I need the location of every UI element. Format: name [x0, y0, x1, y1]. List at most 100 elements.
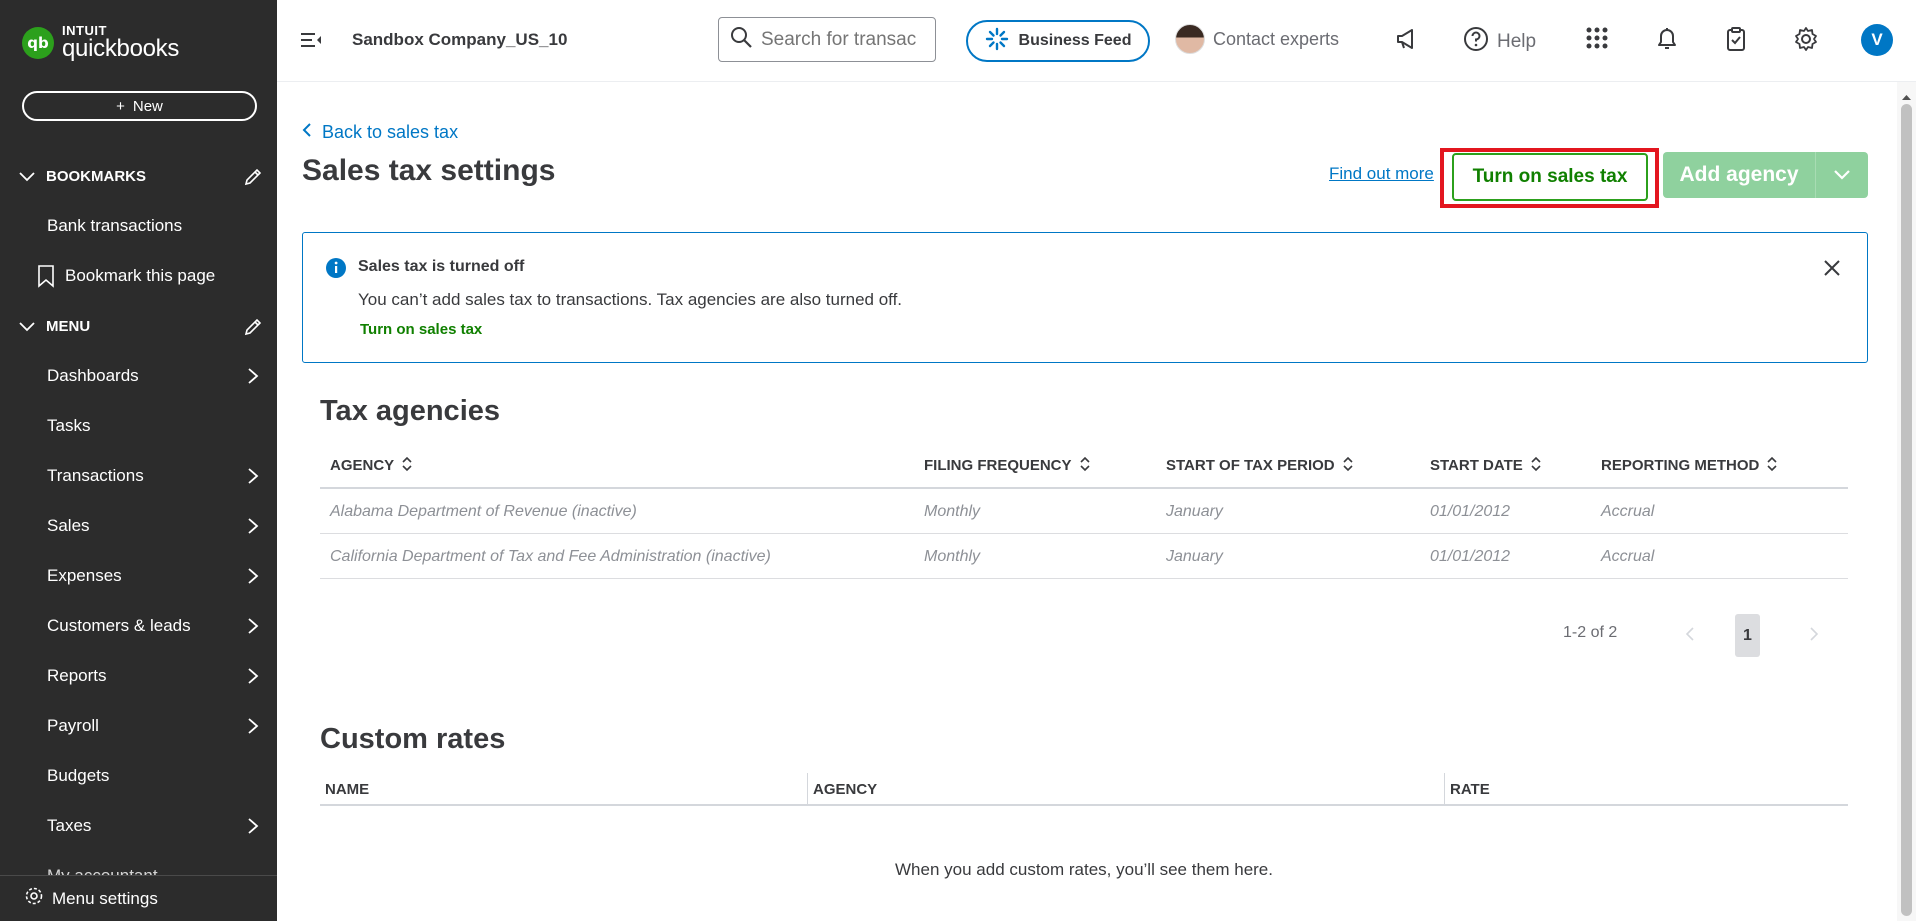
contact-experts-button[interactable]: Contact experts [1175, 24, 1339, 54]
sidebar-item-budgets[interactable]: Budgets [0, 754, 277, 798]
new-button[interactable]: + New [22, 91, 257, 121]
chevron-down-icon[interactable] [1815, 152, 1868, 198]
page-title: Sales tax settings [302, 154, 556, 187]
bell-icon[interactable] [1655, 26, 1679, 57]
custom-rates-empty-message: When you add custom rates, you’ll see th… [895, 860, 1273, 879]
cell-filing-frequency: Monthly [924, 547, 981, 565]
turn-on-sales-tax-button[interactable]: Turn on sales tax [1452, 153, 1648, 201]
menu-settings-button[interactable]: Menu settings [0, 875, 277, 921]
search-box[interactable] [718, 17, 936, 62]
sidebar-item-dashboards[interactable]: Dashboards [0, 354, 277, 398]
menu-header[interactable]: MENU [18, 311, 263, 341]
menu-header-label: MENU [46, 317, 91, 335]
sidebar-item-label: Payroll [47, 716, 99, 735]
sidebar-item-label: Taxes [47, 816, 92, 835]
sidebar-item-tasks[interactable]: Tasks [0, 404, 277, 448]
info-icon [325, 257, 347, 284]
chevron-left-icon[interactable] [1685, 626, 1695, 647]
megaphone-icon[interactable] [1394, 26, 1420, 57]
business-feed-button[interactable]: Business Feed [966, 20, 1150, 62]
chevron-right-icon [247, 817, 259, 840]
pagination: 1-2 of 2 1 [320, 612, 1848, 657]
sidebar-item-taxes[interactable]: Taxes [0, 804, 277, 848]
contact-experts-label: Contact experts [1213, 28, 1340, 49]
company-name[interactable]: Sandbox Company_US_10 [352, 30, 567, 50]
qb-logo-icon: qb [22, 26, 54, 59]
sort-icon [1531, 456, 1541, 476]
column-header-rate: RATE [1444, 773, 1848, 806]
close-icon[interactable] [1823, 259, 1841, 282]
plus-icon: + [116, 97, 125, 115]
page-scrollbar[interactable] [1897, 82, 1916, 921]
sidebar-item-customers-leads[interactable]: Customers & leads [0, 604, 277, 648]
bookmarks-header-label: BOOKMARKS [46, 167, 146, 185]
chevron-right-icon [247, 517, 259, 540]
bookmark-bank-transactions[interactable]: Bank transactions [0, 204, 277, 248]
column-header-start-of-tax-period[interactable]: START OF TAX PERIOD [1166, 442, 1353, 489]
add-agency-label: Add agency [1679, 163, 1799, 186]
alert-body: You can’t add sales tax to transactions.… [358, 290, 903, 309]
sidebar-item-label: Expenses [47, 566, 122, 585]
column-header-label: AGENCY [330, 457, 395, 474]
sidebar-item-reports[interactable]: Reports [0, 654, 277, 698]
column-header-name: NAME [325, 781, 370, 798]
table-header-row: NAME AGENCY RATE [320, 773, 1848, 806]
alert-turn-on-link[interactable]: Turn on sales tax [360, 321, 482, 338]
clipboard-check-icon[interactable] [1724, 26, 1748, 57]
search-icon [729, 25, 753, 54]
sidebar-item-payroll[interactable]: Payroll [0, 704, 277, 748]
table-row[interactable]: Alabama Department of Revenue (inactive)… [320, 489, 1848, 534]
sidebar-item-label: Customers & leads [47, 616, 191, 635]
help-label: Help [1497, 31, 1537, 52]
collapse-menu-icon[interactable] [299, 30, 323, 55]
cell-agency: California Department of Tax and Fee Adm… [330, 547, 771, 565]
sidebar-item-transactions[interactable]: Transactions [0, 454, 277, 498]
chevron-right-icon [247, 617, 259, 640]
cell-start-date: 01/01/2012 [1430, 502, 1511, 520]
quickbooks-logo[interactable]: qb INTUIT quickbooks [22, 24, 179, 61]
sparkle-icon [985, 27, 1009, 56]
chevron-right-icon [247, 467, 259, 490]
column-header-agency[interactable]: AGENCY [330, 442, 412, 489]
sidebar-item-label: Dashboards [47, 366, 139, 385]
column-header-filing-frequency[interactable]: FILING FREQUENCY [924, 442, 1090, 489]
back-to-sales-tax-link[interactable]: Back to sales tax [302, 122, 458, 143]
search-input[interactable] [761, 28, 926, 51]
bookmark-this-page[interactable]: Bookmark this page [0, 254, 277, 298]
cell-reporting-method: Accrual [1601, 547, 1655, 565]
chevron-right-icon [247, 717, 259, 740]
business-feed-label: Business Feed [1018, 32, 1132, 49]
chevron-right-icon [247, 667, 259, 690]
sidebar-item-expenses[interactable]: Expenses [0, 554, 277, 598]
find-out-more-link[interactable]: Find out more [1329, 164, 1434, 184]
chevron-down-icon [18, 167, 38, 185]
sidebar-item-label: Tasks [47, 416, 91, 435]
bookmark-this-page-label: Bookmark this page [65, 266, 216, 285]
chevron-right-icon[interactable] [1809, 626, 1819, 647]
page-number-button[interactable]: 1 [1735, 614, 1760, 657]
apps-grid-icon[interactable] [1585, 26, 1609, 55]
column-header-reporting-method[interactable]: REPORTING METHOD [1601, 442, 1777, 489]
app-root: qb INTUIT quickbooks + New BOOKMARKS Ban… [0, 0, 1916, 921]
user-avatar[interactable]: V [1861, 24, 1893, 56]
scrollbar-thumb[interactable] [1901, 104, 1912, 916]
edit-menu-pencil-icon[interactable] [243, 317, 263, 341]
table-row[interactable]: California Department of Tax and Fee Adm… [320, 534, 1848, 579]
sales-tax-off-alert: Sales tax is turned off You can’t add sa… [302, 232, 1868, 363]
cell-start-date: 01/01/2012 [1430, 547, 1511, 565]
settings-gear-icon[interactable] [1793, 26, 1819, 57]
pagination-count: 1-2 of 2 [1563, 624, 1618, 641]
column-header-start-date[interactable]: START DATE [1430, 442, 1541, 489]
back-link-label: Back to sales tax [322, 122, 459, 142]
sidebar: qb INTUIT quickbooks + New BOOKMARKS Ban… [0, 0, 277, 921]
chevron-down-icon [18, 317, 38, 335]
gear-icon [24, 886, 44, 911]
chevron-left-icon [302, 122, 312, 143]
help-button[interactable]: Help [1463, 26, 1536, 58]
bookmarks-header[interactable]: BOOKMARKS [18, 161, 263, 191]
edit-bookmarks-pencil-icon[interactable] [243, 167, 263, 191]
cell-start-of-tax-period: January [1166, 547, 1223, 565]
sidebar-item-sales[interactable]: Sales [0, 504, 277, 548]
add-agency-button[interactable]: Add agency [1663, 152, 1868, 198]
column-header-label: FILING FREQUENCY [924, 457, 1072, 474]
